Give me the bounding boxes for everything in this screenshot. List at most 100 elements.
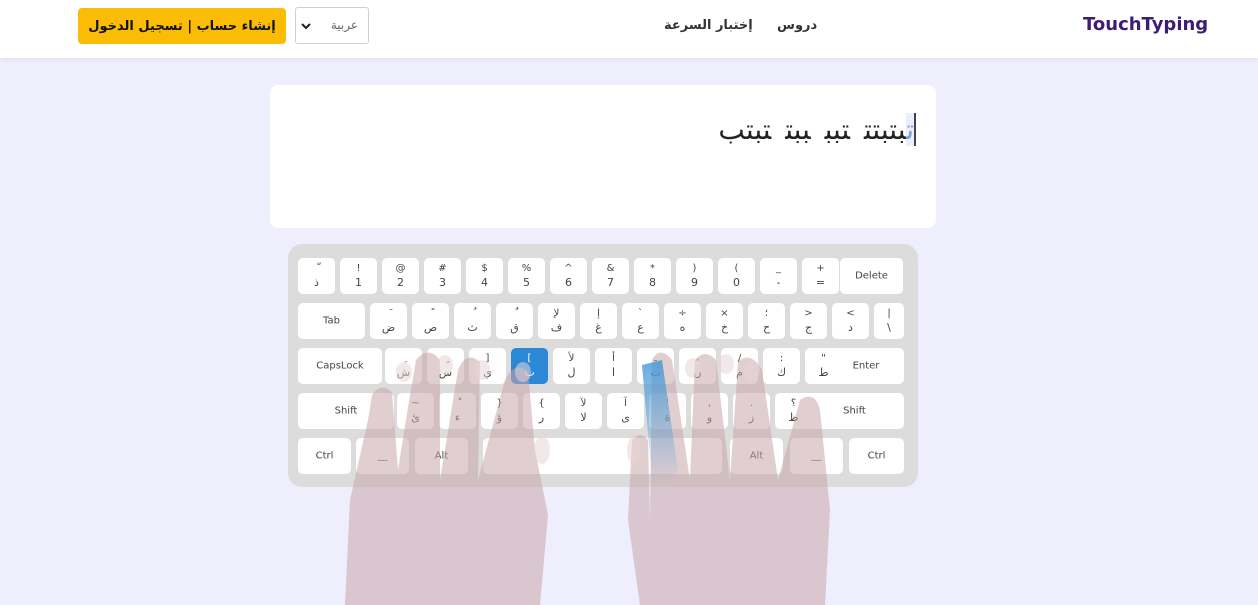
key[interactable]: ّذ <box>298 258 335 294</box>
key[interactable]: :ك <box>763 348 800 384</box>
key[interactable]: & 7 <box>592 258 629 294</box>
key-label: __ <box>377 450 388 462</box>
key[interactable]: * 8 <box>634 258 671 294</box>
key-label: Ctrl <box>867 450 886 462</box>
key-shift-char: | <box>887 308 891 319</box>
key-enter[interactable]: Enter <box>828 348 904 384</box>
key[interactable]: } ؤ <box>481 393 518 429</box>
key-shift-char: } <box>496 398 503 409</box>
key[interactable]: ٍس <box>427 348 464 384</box>
key[interactable]: ًص <box>412 303 449 339</box>
key-alt[interactable]: Alt <box>730 438 783 474</box>
key[interactable]: / م <box>721 348 758 384</box>
key[interactable]: إغ <box>580 303 617 339</box>
key-shift-char: ^ <box>564 263 573 274</box>
key-char: = <box>815 276 826 289</box>
key-shift-char: $ <box>481 263 488 274</box>
signup-login-button[interactable]: إنشاء حساب | تسجيل الدخول <box>78 8 286 44</box>
key[interactable]: [ب <box>511 348 548 384</box>
key-tab[interactable]: Tab <box>298 303 365 339</box>
key[interactable]: ، ن <box>679 348 716 384</box>
key-char: م <box>736 366 743 379</box>
nav-lessons-link[interactable]: دروس <box>777 18 817 33</box>
key[interactable]: ُث <box>454 303 491 339</box>
key-modifier[interactable]: __ <box>790 438 843 474</box>
key-shift-char: [ <box>527 353 532 364</box>
key-space[interactable] <box>483 438 722 474</box>
key-shift-char: ؛ <box>764 308 769 319</box>
key-shift[interactable]: Shift <box>298 393 394 429</box>
key-shift-char: . <box>749 398 754 409</box>
key[interactable]: | \ <box>874 303 904 339</box>
key[interactable]: {ر <box>523 393 560 429</box>
key[interactable]: لأ ل <box>553 348 590 384</box>
key[interactable]: آى <box>607 393 644 429</box>
key-label: Tab <box>323 315 340 327</box>
key[interactable]: ~ ئ <box>397 393 434 429</box>
key[interactable]: @2 <box>382 258 419 294</box>
key-ctrl[interactable]: Ctrl <box>298 438 351 474</box>
typing-text-card[interactable]: تبتبتت تبب ببت تبتب <box>270 85 936 228</box>
word: ببت <box>785 113 811 146</box>
key[interactable]: ِش <box>385 348 422 384</box>
key-char: لا <box>580 411 587 424</box>
key[interactable]: + = <box>802 258 839 294</box>
key-shift-char: ! <box>356 263 361 274</box>
key[interactable]: ٌق <box>496 303 533 339</box>
key[interactable]: _ - <box>760 258 797 294</box>
nav-speed-test-link[interactable]: إختبار السرعة <box>664 18 753 33</box>
key[interactable]: ! 1 <box>340 258 377 294</box>
key-char: ى <box>621 411 630 424</box>
key-char: ل <box>567 366 576 379</box>
key[interactable]: > ج <box>790 303 827 339</box>
key[interactable]: َض <box>370 303 407 339</box>
language-select-value: عربية <box>330 18 358 32</box>
key-shift-char: * <box>650 263 655 274</box>
key[interactable]: % 5 <box>508 258 545 294</box>
key[interactable]: × خ <box>706 303 743 339</box>
key[interactable]: ^ 6 <box>550 258 587 294</box>
key-shift-char: ` <box>638 308 643 319</box>
key-shift-char: @ <box>395 263 406 274</box>
key[interactable]: ,و <box>691 393 728 429</box>
key-shift-char: أ <box>612 353 615 364</box>
key-alt[interactable]: Alt <box>415 438 468 474</box>
key-ctrl[interactable]: Ctrl <box>849 438 904 474</box>
key[interactable]: ؛ ح <box>748 303 785 339</box>
key-shift-char: _ <box>776 263 781 274</box>
key[interactable]: ) 9 <box>676 258 713 294</box>
key-char: 6 <box>565 276 572 289</box>
key-shift-char: ْ <box>439 398 476 409</box>
key-capslock[interactable]: CapsLock <box>298 348 382 384</box>
key[interactable]: ] ي <box>469 348 506 384</box>
key[interactable]: ' ة <box>649 393 686 429</box>
key-shift[interactable]: Shift <box>805 393 904 429</box>
word: بتت <box>863 113 890 146</box>
key[interactable]: أا <box>595 348 632 384</box>
key-shift-char: لآ <box>580 398 587 409</box>
key[interactable]: #3 <box>424 258 461 294</box>
key[interactable]: < د <box>832 303 869 339</box>
key-modifier[interactable]: __ <box>356 438 409 474</box>
site-logo[interactable]: TouchTyping <box>1083 14 1208 35</box>
key[interactable]: (0 <box>718 258 755 294</box>
key-char: ر <box>538 411 545 424</box>
key-shift-char: & <box>606 263 615 274</box>
key-shift-char: # <box>438 263 447 274</box>
key[interactable]: ` ع <box>622 303 659 339</box>
language-select[interactable]: عربية <box>295 7 369 44</box>
key-char: 0 <box>733 276 740 289</box>
key-char: ض <box>381 321 396 334</box>
key-delete[interactable]: Delete <box>840 258 903 294</box>
word-remainder: بت <box>889 113 907 146</box>
key[interactable]: $4 <box>466 258 503 294</box>
key[interactable]: لآ لا <box>565 393 602 429</box>
key[interactable]: ÷ ه <box>664 303 701 339</box>
key[interactable]: ْء <box>439 393 476 429</box>
key-shift-char: ( <box>734 263 739 274</box>
virtual-keyboard: ّذ!1@2#3$4%5^6&7*8)9(0_-+=DeleteTabَضًصُ… <box>288 244 918 487</box>
key-char: ي <box>483 366 492 379</box>
key[interactable]: .ز <box>733 393 770 429</box>
key[interactable]: ـت <box>637 348 674 384</box>
key[interactable]: لإ ف <box>538 303 575 339</box>
